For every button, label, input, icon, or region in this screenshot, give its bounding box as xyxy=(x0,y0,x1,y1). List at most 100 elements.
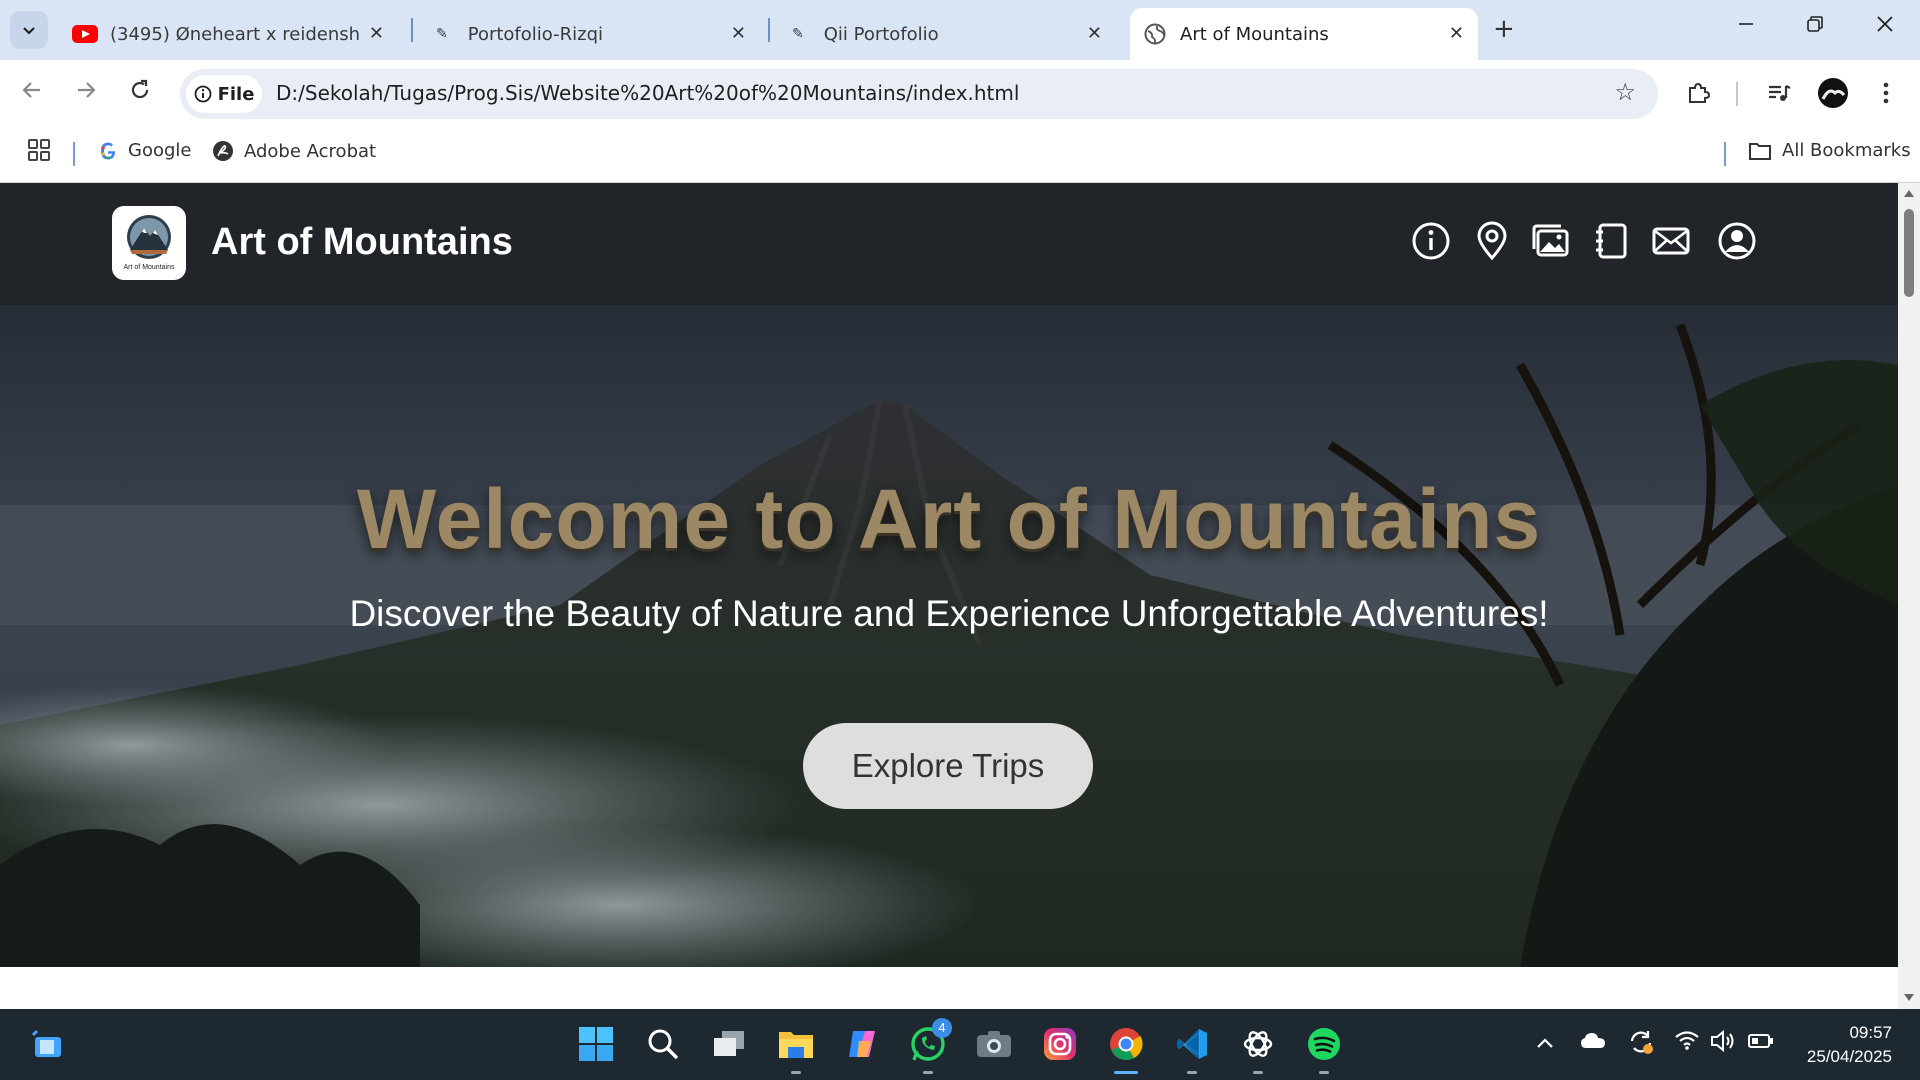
bookmark-star-icon[interactable]: ☆ xyxy=(1614,78,1636,106)
restore-button[interactable] xyxy=(1806,14,1824,39)
page-scrollbar[interactable] xyxy=(1898,183,1920,1009)
apps-button[interactable] xyxy=(28,139,50,161)
restore-icon xyxy=(1807,16,1823,32)
tab-portofolio-rizqi[interactable]: ✎ Portofolio-Rizqi ✕ xyxy=(420,8,760,60)
forward-arrow-icon xyxy=(78,82,96,98)
playlist-icon xyxy=(1769,85,1791,101)
page-content-below-hero xyxy=(0,967,1898,1009)
system-clock[interactable]: 09:57 25/04/2025 xyxy=(1807,1021,1892,1069)
show-hidden-icons-button[interactable] xyxy=(1536,1031,1554,1055)
file-explorer-button[interactable] xyxy=(776,1024,816,1074)
tab-qii-portofolio[interactable]: ✎ Qii Portofolio ✕ xyxy=(776,8,1116,60)
chrome-button[interactable] xyxy=(1106,1024,1146,1074)
widgets-button[interactable] xyxy=(28,1024,68,1064)
search-icon xyxy=(648,1029,679,1060)
site-info-label: File xyxy=(217,83,255,105)
task-view-button[interactable] xyxy=(709,1024,749,1064)
explore-trips-button[interactable]: Explore Trips xyxy=(803,723,1093,809)
widgets-icon xyxy=(31,1029,61,1057)
bookmarks-bar: Google Adobe Acrobat All Bookmarks xyxy=(0,128,1920,183)
youtube-icon xyxy=(72,25,98,43)
chevron-up-icon xyxy=(1537,1038,1553,1048)
battery-icon xyxy=(1748,1034,1773,1048)
tab-title: Qii Portofolio xyxy=(823,23,939,45)
tab-search-button[interactable] xyxy=(10,11,48,49)
all-bookmarks-button[interactable]: All Bookmarks xyxy=(1748,140,1911,161)
minimize-button[interactable] xyxy=(1737,14,1755,39)
reload-button[interactable] xyxy=(128,78,152,108)
tab-art-of-mountains[interactable]: Art of Mountains ✕ xyxy=(1130,8,1478,60)
new-tab-button[interactable]: + xyxy=(1493,14,1515,44)
back-button[interactable] xyxy=(20,78,44,108)
search-button[interactable] xyxy=(643,1024,683,1064)
bookmark-label: Adobe Acrobat xyxy=(244,140,377,162)
bookmark-adobe-acrobat[interactable]: Adobe Acrobat xyxy=(212,140,376,162)
sync-button[interactable] xyxy=(1628,1029,1654,1060)
site-navbar: Art of Mountains Art of Mountains xyxy=(0,183,1898,305)
camera-icon xyxy=(977,1031,1011,1057)
user-icon xyxy=(1718,222,1756,260)
avatar-icon xyxy=(1818,78,1848,108)
browser-menu-button[interactable] xyxy=(1882,80,1890,110)
copilot-button[interactable] xyxy=(842,1024,882,1064)
chevron-down-icon xyxy=(23,27,35,35)
site-info-chip[interactable]: File xyxy=(186,75,262,113)
browser-toolbar: File D:/Sekolah/Tugas/Prog.Sis/Website%2… xyxy=(0,60,1920,128)
nav-booking[interactable] xyxy=(1591,221,1631,261)
task-view-icon xyxy=(714,1031,744,1056)
chatgpt-icon xyxy=(1243,1031,1273,1057)
cloud-icon xyxy=(1581,1033,1605,1048)
mail-icon xyxy=(1652,227,1690,255)
apps-grid-icon xyxy=(28,139,50,161)
reload-icon xyxy=(131,79,149,99)
vscode-button[interactable] xyxy=(1172,1024,1212,1074)
close-icon[interactable]: ✕ xyxy=(731,23,746,44)
onedrive-button[interactable] xyxy=(1580,1030,1606,1054)
site-logo[interactable]: Art of Mountains xyxy=(112,206,186,280)
puzzle-icon xyxy=(1689,82,1711,103)
nav-contact[interactable] xyxy=(1651,221,1691,261)
sync-icon xyxy=(1630,1031,1653,1054)
battery-button[interactable] xyxy=(1748,1031,1774,1055)
whatsapp-button[interactable]: 4 xyxy=(908,1018,952,1074)
acrobat-icon xyxy=(213,141,233,161)
scrollbar-thumb[interactable] xyxy=(1904,209,1914,297)
nav-gallery[interactable] xyxy=(1531,221,1571,261)
info-icon xyxy=(194,85,211,103)
nav-about[interactable] xyxy=(1411,221,1451,261)
volume-button[interactable] xyxy=(1710,1029,1736,1058)
back-arrow-icon xyxy=(22,82,40,98)
chatgpt-button[interactable] xyxy=(1238,1024,1278,1074)
all-bookmarks-label: All Bookmarks xyxy=(1782,140,1911,161)
start-button[interactable] xyxy=(576,1024,616,1064)
windows-logo-icon xyxy=(579,1027,613,1061)
nav-destinations[interactable] xyxy=(1472,221,1512,261)
hero-title: Welcome to Art of Mountains xyxy=(356,472,1542,566)
gallery-icon xyxy=(1532,224,1569,257)
forward-button[interactable] xyxy=(74,78,98,108)
bookmark-google[interactable]: Google xyxy=(98,140,191,161)
vscode-icon xyxy=(1177,1029,1207,1059)
spotify-button[interactable] xyxy=(1304,1024,1344,1074)
close-icon[interactable]: ✕ xyxy=(369,23,384,44)
address-bar[interactable]: File D:/Sekolah/Tugas/Prog.Sis/Website%2… xyxy=(180,69,1658,119)
contact-book-icon xyxy=(1596,223,1627,259)
close-window-button[interactable] xyxy=(1876,14,1894,39)
close-icon[interactable]: ✕ xyxy=(1087,23,1102,44)
profile-avatar[interactable] xyxy=(1817,77,1849,113)
wifi-button[interactable] xyxy=(1674,1030,1700,1055)
minimize-icon xyxy=(1739,23,1753,25)
camera-button[interactable] xyxy=(974,1024,1014,1064)
url-text[interactable]: D:/Sekolah/Tugas/Prog.Sis/Website%20Art%… xyxy=(276,81,1019,105)
logo-caption: Art of Mountains xyxy=(123,264,175,271)
scroll-up-icon xyxy=(1904,190,1914,197)
tab-youtube[interactable]: (3495) Øneheart x reidenshi - sn ✕ xyxy=(62,8,398,60)
globe-icon xyxy=(1144,23,1166,45)
instagram-button[interactable] xyxy=(1040,1024,1080,1064)
close-icon[interactable]: ✕ xyxy=(1449,23,1464,44)
site-brand[interactable]: Art of Mountains xyxy=(211,221,513,264)
tab-title: Art of Mountains xyxy=(1180,23,1329,45)
nav-account[interactable] xyxy=(1717,221,1757,261)
media-control-button[interactable] xyxy=(1766,80,1792,110)
extensions-button[interactable] xyxy=(1686,80,1712,110)
